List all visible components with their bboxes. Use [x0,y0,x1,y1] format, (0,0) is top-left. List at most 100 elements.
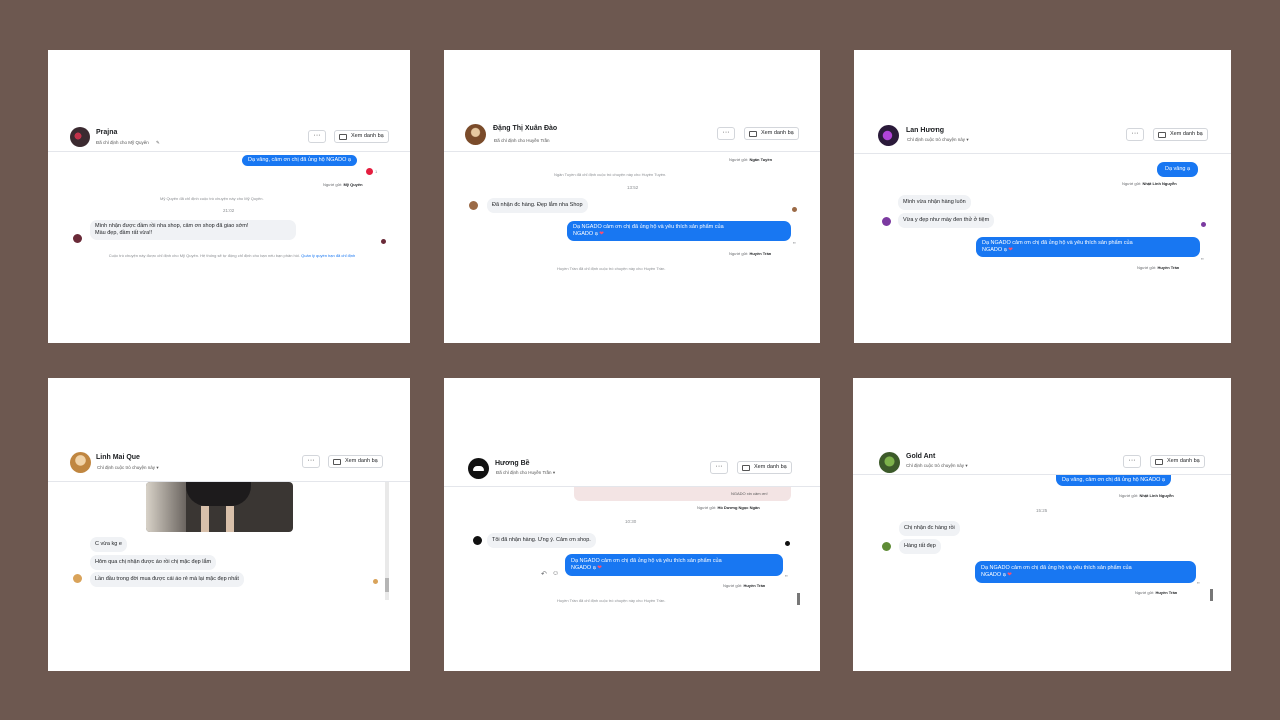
message-text: NGADO ạ [573,231,598,237]
contact-avatar[interactable] [465,124,486,145]
contact-avatar[interactable] [879,452,900,473]
conversation-card-huong-be: Hương Bề Đã chỉ định cho Huyền Trần ▾ ··… [444,378,820,671]
system-assignment-note: Huyền Trần đã chỉ định cuộc trò chuyện n… [557,598,666,603]
chevron-down-icon: ▾ [965,463,968,468]
message-outgoing[interactable]: Dạ NGADO cảm ơn chị đã ủng hộ và yêu thí… [565,554,783,576]
view-contacts-button[interactable]: Xem danh bạ [744,127,799,140]
scrollbar-thumb[interactable] [1210,589,1213,601]
sender-name: Huyền Trần [743,583,766,588]
heart-reaction-icon[interactable] [366,168,373,175]
view-contacts-button[interactable]: Xem danh bạ [1150,455,1205,468]
message-incoming[interactable]: C vừa kg e [90,537,127,552]
message-incoming[interactable]: Chị nhận đc hàng rồi [899,521,960,536]
more-options-button[interactable]: ··· [717,127,735,140]
more-options-button[interactable]: ··· [710,461,728,474]
contact-avatar[interactable] [468,458,489,479]
assignment-label[interactable]: Chỉ định cuộc trò chuyện này ▾ [97,465,159,471]
message-incoming[interactable]: Mình vừa nhận hàng luôn [898,195,971,210]
contact-name[interactable]: Linh Mai Que [96,454,140,461]
contacts-icon [1158,132,1166,138]
contact-name[interactable]: Lan Hương [906,127,944,134]
reply-icon[interactable]: ↶ [541,570,547,578]
sender-prefix: Người gửi: [1119,493,1139,498]
assignment-label[interactable]: Chỉ định cuộc trò chuyện này ▾ [906,463,968,469]
message-incoming[interactable]: Hàng rất đẹp [899,539,941,554]
assignment-text: Đã chỉ định cho Huyền Trần [496,470,552,475]
assignment-label[interactable]: Đã chỉ định cho Huyền Trần [494,138,550,143]
message-incoming[interactable]: Đã nhận đc hàng. Đẹp lắm nha Shop [487,198,588,213]
more-options-button[interactable]: ··· [1123,455,1141,468]
reaction-count: 1 [375,169,378,174]
more-options-button[interactable]: ··· [308,130,326,143]
sender-name: Nhật Linh Nguyễn [1139,493,1174,498]
message-incoming[interactable]: Tôi đã nhận hàng. Ưng ý. Cảm ơn shop. [487,533,596,548]
edit-icon[interactable]: ✎ [156,140,160,146]
message-outgoing[interactable]: Dạ vâng, cảm ơn chị đã ủng hộ NGADO ạ [242,155,357,166]
header-divider [444,151,820,152]
message-outgoing[interactable]: Dạ NGADO cảm ơn chị đã ủng hộ và yêu thí… [567,221,791,241]
message-incoming[interactable]: Lần đầu trong đời mua được cái áo rẻ mà … [90,572,244,587]
contact-name[interactable]: Gold Ant [906,453,935,460]
message-incoming[interactable]: Mình nhận được đầm rồi nha shop, cảm ơn … [90,220,296,240]
conversation-card-linh-mai-que: Linh Mai Que Chỉ định cuộc trò chuyện nà… [48,378,410,671]
header-divider [48,151,410,152]
sender-name: Nhật Linh Nguyễn [1142,181,1177,186]
system-assignment-note: Mỹ Quyên đã chỉ định cuộc trò chuyện này… [160,196,264,201]
assignment-label[interactable]: Chỉ định cuộc trò chuyện này ▾ [907,137,969,143]
sender-prefix: Người gửi: [729,157,749,162]
more-options-button[interactable]: ··· [302,455,320,468]
message-text: NGADO ạ [982,247,1007,253]
message-meta: ▪▪ [1201,256,1204,261]
system-assignment-note: Ngân Tuyền đã chỉ định cuộc trò chuyện n… [554,172,667,177]
sender-prefix: Người gửi: [1137,265,1157,270]
message-outgoing[interactable]: Dạ vâng, cảm ơn chị đã ủng hộ NGADO ạ [1056,475,1171,486]
scrollbar-thumb[interactable] [797,593,800,605]
message-line: NGADO ạ ❤ [571,565,777,572]
sender-label: Người gửi: Nhật Linh Nguyễn [1122,181,1177,186]
view-contacts-button[interactable]: Xem danh bạ [328,455,383,468]
seen-avatar-icon [381,239,386,244]
message-outgoing[interactable]: Dạ NGADO cảm ơn chị đã ủng hộ và yêu thí… [976,237,1200,257]
message-outgoing[interactable]: Dạ vâng ạ [1157,162,1199,177]
sender-label: Người gửi: Mỹ Quyên [323,182,363,187]
assignment-text: Chỉ định cuộc trò chuyện này [906,463,965,468]
contact-name[interactable]: Prajna [96,129,117,136]
react-icon[interactable]: ☺ [552,570,559,577]
assignment-label[interactable]: Đã chỉ định cho Mỹ Quyên [96,140,149,145]
message-outgoing[interactable]: Dạ NGADO cảm ơn chị đã ủng hộ và yêu thí… [975,561,1196,583]
sender-name: Hồ Dương Ngọc Ngân [717,505,760,510]
sender-avatar [882,217,891,226]
photo-legs [226,506,234,532]
heart-emoji-icon: ❤ [597,565,602,571]
product-photo[interactable] [146,482,293,532]
view-contacts-label: Xem danh bạ [345,458,378,464]
view-contacts-button[interactable]: Xem danh bạ [1153,128,1208,141]
more-options-button[interactable]: ··· [1126,128,1144,141]
contacts-icon [333,459,341,465]
sender-label: Người gửi: Huyền Trần [723,583,765,588]
timestamp: 10:30 [625,519,637,524]
message-text: NGADO ạ [571,565,596,571]
view-contacts-label: Xem danh bạ [754,464,787,470]
sender-prefix: Người gửi: [723,583,743,588]
contact-avatar[interactable] [70,452,91,473]
photo-legs [201,506,209,532]
conversation-card-dang-thi-xuan-dao: Đặng Thị Xuân Đào Đã chỉ định cho Huyền … [444,50,820,343]
heart-emoji-icon: ❤ [599,231,604,237]
photo-skirt [186,482,251,506]
manage-permissions-link[interactable]: Quản lý quyền hạn đã chỉ định [301,253,355,258]
message-incoming[interactable]: Hôm qua chị nhận được áo rồi chị mặc đẹp… [90,555,217,570]
assignment-label[interactable]: Đã chỉ định cho Huyền Trần ▾ [496,470,555,476]
view-contacts-button[interactable]: Xem danh bạ [737,461,792,474]
contact-name[interactable]: Hương Bề [495,460,530,467]
contact-name[interactable]: Đặng Thị Xuân Đào [493,125,557,132]
contact-avatar[interactable] [878,125,899,146]
contact-avatar[interactable] [70,127,90,147]
scrollbar-thumb[interactable] [385,578,389,592]
message-incoming[interactable]: Vừa y đẹp như mày đen thử ở tiệm [898,213,995,228]
seen-avatar-icon [792,207,797,212]
header-divider [854,153,1231,154]
contacts-icon [339,134,347,140]
view-contacts-button[interactable]: Xem danh bạ [334,130,389,143]
sender-name: Huyền Trần [749,251,772,256]
